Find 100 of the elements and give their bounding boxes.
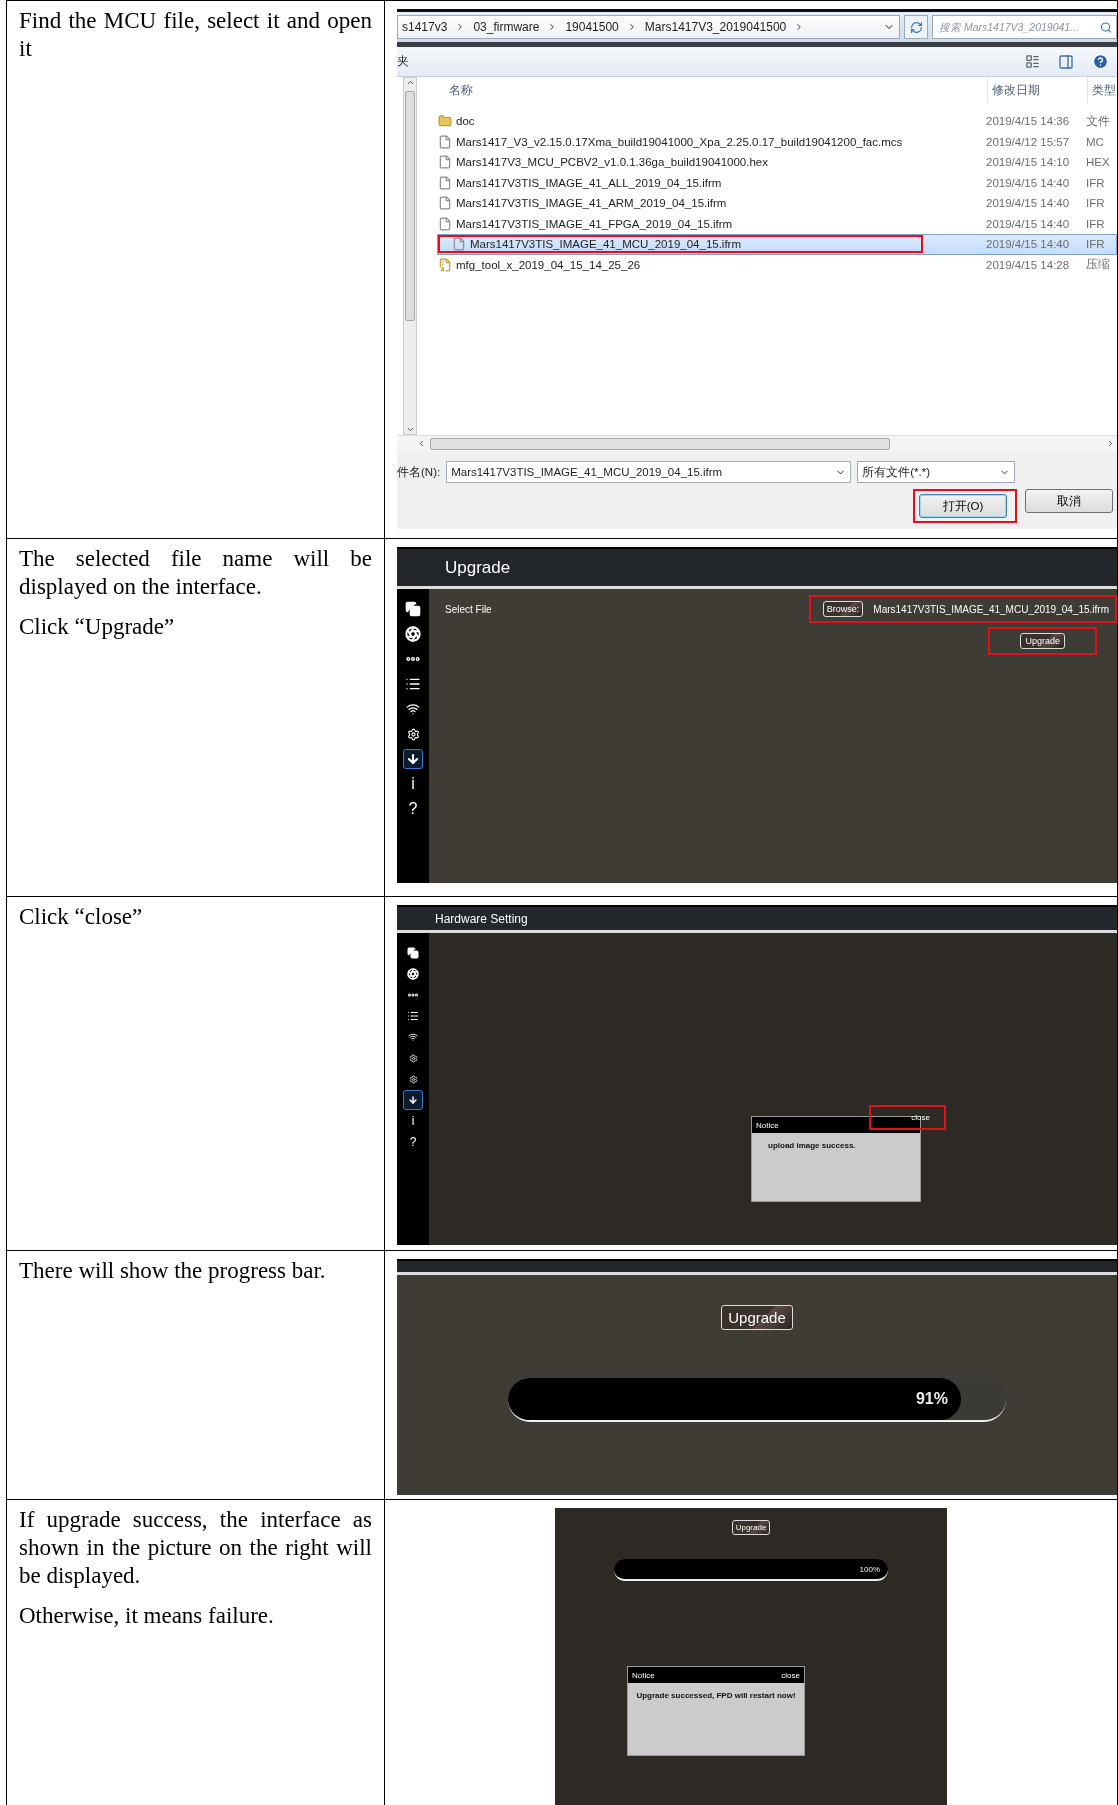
file-name: Mars1417_V3_v2.15.0.17Xma_build19041000_Xpa_2.25.0.17_build19041200_fac.mcs: [456, 135, 903, 148]
search-icon: [1099, 20, 1112, 34]
sidebar-item[interactable]: [403, 749, 423, 769]
file-icon: [438, 216, 452, 231]
file-date: 2019/4/15 14:40: [986, 197, 1071, 210]
notice-title: Notice: [756, 1120, 779, 1130]
file-type: 压缩: [1086, 257, 1111, 273]
sidebar-glyph: i: [411, 1114, 415, 1128]
file-row[interactable]: doc 2019/4/15 14:36 文件: [437, 111, 1117, 132]
instruction-text: Find the MCU file, select it and open it: [19, 7, 372, 64]
file-row[interactable]: Mars1417V3TIS_IMAGE_41_MCU_2019_04_15.ifrm 2019/4/15 14:40 IFR: [437, 234, 1117, 255]
horizontal-scrollbar[interactable]: [397, 435, 1117, 451]
file-date: 2019/4/15 14:40: [986, 238, 1071, 251]
file-date: 2019/4/15 14:28: [986, 258, 1071, 271]
file-name: doc: [456, 115, 475, 128]
breadcrumb-item[interactable]: 03_firmware: [473, 20, 540, 34]
file-icon: [452, 237, 466, 252]
aperture-icon: [405, 626, 421, 642]
instruction-text: There will show the progress bar.: [19, 1257, 327, 1285]
sidebar-glyph: i: [411, 775, 415, 793]
page-title: Upgrade: [445, 557, 511, 578]
file-date: 2019/4/15 14:40: [986, 217, 1071, 230]
vertical-scrollbar[interactable]: [403, 77, 417, 435]
sidebar-item[interactable]: [403, 599, 423, 619]
dialog-button[interactable]: 打开(O): [919, 494, 1007, 518]
column-header[interactable]: 类型: [1087, 77, 1117, 103]
file-name: Mars1417V3TIS_IMAGE_41_MCU_2019_04_15.ifrm: [470, 238, 742, 251]
file-row[interactable]: Mars1417V3TIS_IMAGE_41_FPGA_2019_04_15.ifrm 2019/4/15 14:40 IFR: [437, 213, 1117, 234]
breadcrumb-item[interactable]: Mars1417V3_2019041500: [644, 20, 787, 34]
filename-field[interactable]: Mars1417V3TIS_IMAGE_41_MCU_2019_04_15.ifrm: [446, 461, 852, 483]
refresh-icon: [909, 20, 923, 34]
file-row[interactable]: Mars1417_V3_v2.15.0.17Xma_build19041000_Xpa_2.25.0.17_build19041200_fac.mcs 2019/4/12 15:57 MC: [437, 131, 1117, 152]
instruction-text: The selected file name will be displayed on the interface.: [19, 545, 372, 602]
list-icon: [405, 676, 421, 692]
filetype-dropdown[interactable]: 所有文件(*.*): [857, 461, 1016, 483]
file-date: 2019/4/15 14:36: [986, 115, 1071, 128]
sidebar-item[interactable]: [403, 624, 423, 644]
upgrade-button[interactable]: Upgrade: [721, 1305, 793, 1330]
page-title: Hardware Setting: [435, 911, 528, 926]
filename-label: 件名(N):: [397, 464, 441, 480]
sidebar-item[interactable]: ?: [403, 1132, 423, 1152]
scroll-right-icon[interactable]: [1106, 439, 1115, 448]
refresh-button[interactable]: [904, 15, 928, 39]
sidebar-item[interactable]: [403, 1090, 423, 1110]
file-row[interactable]: Mars1417V3_MCU_PCBV2_v1.0.1.36ga_build19041000.hex 2019/4/15 14:10 HEX: [437, 152, 1117, 173]
file-row[interactable]: Mars1417V3TIS_IMAGE_41_ALL_2019_04_15.ifrm 2019/4/15 14:40 IFR: [437, 172, 1117, 193]
progress-reading: 100%: [859, 1564, 880, 1574]
close-link[interactable]: close: [781, 1670, 800, 1680]
help-icon[interactable]: [1092, 53, 1109, 70]
file-icon: [438, 175, 452, 190]
column-header[interactable]: 名称: [435, 77, 987, 103]
archive-icon: [438, 257, 452, 272]
instruction-text: Click “Upgrade”: [19, 613, 176, 642]
sidebar-item[interactable]: i: [403, 774, 423, 794]
file-date: 2019/4/12 15:57: [986, 135, 1071, 148]
file-name: mfg_tool_x_2019_04_15_14_25_26: [456, 258, 641, 271]
file-type: IFR: [1086, 176, 1106, 189]
file-type: HEX: [1086, 156, 1111, 169]
file-name: Mars1417V3_MCU_PCBV2_v1.0.1.36ga_build19041000.hex: [456, 156, 768, 169]
file-type: IFR: [1086, 197, 1106, 210]
breadcrumb-item[interactable]: s1417v3: [402, 20, 448, 34]
file-icon: [438, 134, 452, 149]
pages-icon: [407, 947, 419, 959]
instruction-text: If upgrade success, the interface as shown in the picture on the right will be displayed.: [19, 1506, 372, 1591]
file-date: 2019/4/15 14:40: [986, 176, 1071, 189]
column-header[interactable]: 修改日期: [987, 77, 1087, 103]
search-field[interactable]: 搜索 Mars1417V3_2019041...: [932, 15, 1117, 39]
view-icon[interactable]: [1025, 54, 1040, 69]
sidebar-glyph: ?: [408, 800, 418, 818]
sidebar-item[interactable]: i: [403, 1111, 423, 1131]
preview-pane-icon[interactable]: [1058, 53, 1074, 70]
upgrade-button[interactable]: Upgrade: [731, 1520, 771, 1535]
wifi-icon: [408, 1032, 418, 1042]
scroll-down-icon[interactable]: [405, 425, 415, 434]
scroll-left-icon[interactable]: [417, 439, 426, 448]
select-file-label: Select File: [445, 603, 492, 615]
file-row[interactable]: mfg_tool_x_2019_04_15_14_25_26 2019/4/15 14:28 压缩: [437, 254, 1117, 275]
scroll-up-icon[interactable]: [405, 78, 415, 87]
breadcrumb-bar[interactable]: s1417v3 03_firmware 19041500 Mars1417V3_2019041500: [397, 15, 900, 39]
file-type: IFR: [1086, 238, 1106, 251]
file-name: Mars1417V3TIS_IMAGE_41_FPGA_2019_04_15.ifrm: [456, 217, 733, 230]
download-icon: [408, 1095, 418, 1105]
aperture-icon: [407, 968, 419, 980]
browse-button[interactable]: Browse:: [822, 601, 864, 617]
notice-title: Notice: [632, 1670, 655, 1680]
gear-icon: [408, 1074, 418, 1084]
close-link[interactable]: close: [911, 1112, 930, 1122]
instruction-text: Otherwise, it means failure.: [19, 1602, 275, 1631]
file-date: 2019/4/15 14:10: [986, 156, 1071, 169]
sidebar-glyph: ?: [409, 1135, 417, 1149]
sidebar-item[interactable]: ?: [403, 799, 423, 819]
upgrade-button[interactable]: Upgrade: [1020, 633, 1065, 649]
notice-message: upload image success.: [767, 1140, 857, 1152]
file-row[interactable]: Mars1417V3TIS_IMAGE_41_ARM_2019_04_15.ifrm 2019/4/15 14:40 IFR: [437, 193, 1117, 214]
folder-icon: [438, 114, 452, 129]
breadcrumb-item[interactable]: 19041500: [565, 20, 619, 34]
download-icon: [406, 752, 420, 766]
file-name: Mars1417V3TIS_IMAGE_41_ARM_2019_04_15.ifrm: [456, 197, 727, 210]
file-name: Mars1417V3TIS_IMAGE_41_ALL_2019_04_15.ifrm: [456, 176, 722, 189]
dialog-button[interactable]: 取消: [1025, 489, 1113, 513]
